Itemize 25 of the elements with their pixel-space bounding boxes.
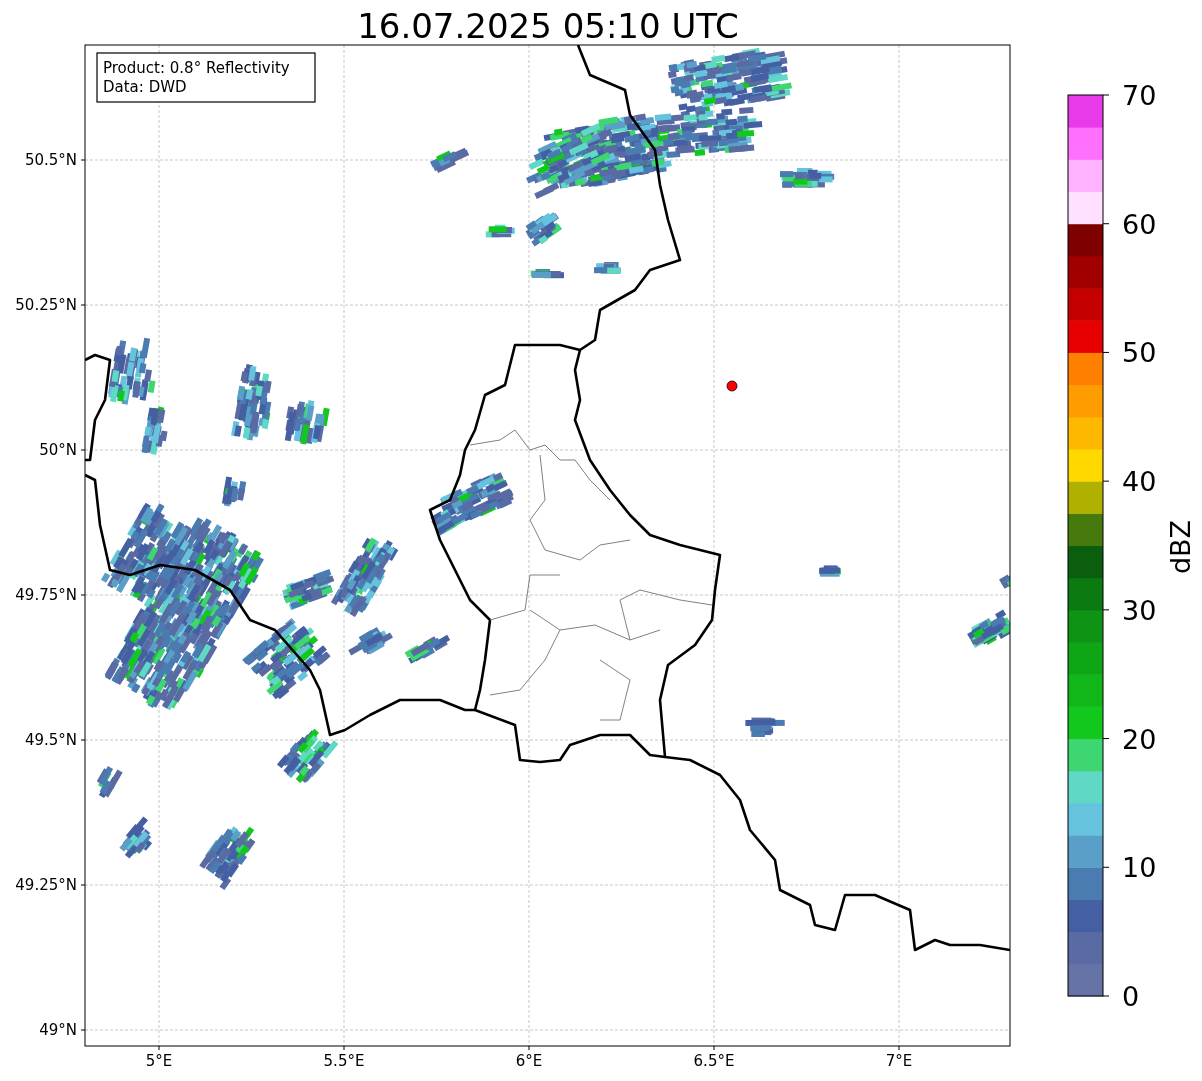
radar-site-marker bbox=[726, 380, 738, 392]
axis-tick-label: 50.25°N bbox=[15, 296, 77, 314]
colorbar-tick-label: 60 bbox=[1122, 208, 1157, 240]
axis-tick-label: 49.5°N bbox=[24, 731, 77, 749]
axis-tick-label: 5°E bbox=[145, 1052, 173, 1070]
axis-tick-label: 7°E bbox=[885, 1052, 913, 1070]
axis-tick-label: 49.75°N bbox=[15, 586, 77, 604]
axis-tick-label: 6.5°E bbox=[693, 1052, 735, 1070]
axis-tick-label: 49°N bbox=[39, 1021, 77, 1039]
colorbar-tick-label: 40 bbox=[1122, 466, 1157, 498]
axis-tick-label: 50.5°N bbox=[24, 151, 77, 169]
colorbar-tick-label: 20 bbox=[1122, 723, 1157, 755]
info-text: Data: DWD bbox=[103, 78, 187, 96]
colorbar-tick-label: 10 bbox=[1122, 852, 1157, 884]
chart-title: 16.07.2025 05:10 UTC bbox=[357, 6, 739, 46]
axis-tick-label: 49.25°N bbox=[15, 876, 77, 894]
colorbar-tick-label: 0 bbox=[1122, 981, 1140, 1012]
axis-tick-label: 6°E bbox=[515, 1052, 543, 1070]
info-text: Product: 0.8° Reflectivity bbox=[103, 59, 290, 77]
colorbar-tick-label: 70 bbox=[1122, 80, 1157, 111]
colorbar-tick-label: 50 bbox=[1122, 337, 1157, 369]
colorbar-label: dBZ bbox=[1165, 519, 1196, 575]
colorbar-tick-label: 30 bbox=[1122, 594, 1157, 626]
axis-tick-label: 50°N bbox=[39, 441, 77, 459]
axis-tick-label: 5.5°E bbox=[323, 1052, 365, 1070]
